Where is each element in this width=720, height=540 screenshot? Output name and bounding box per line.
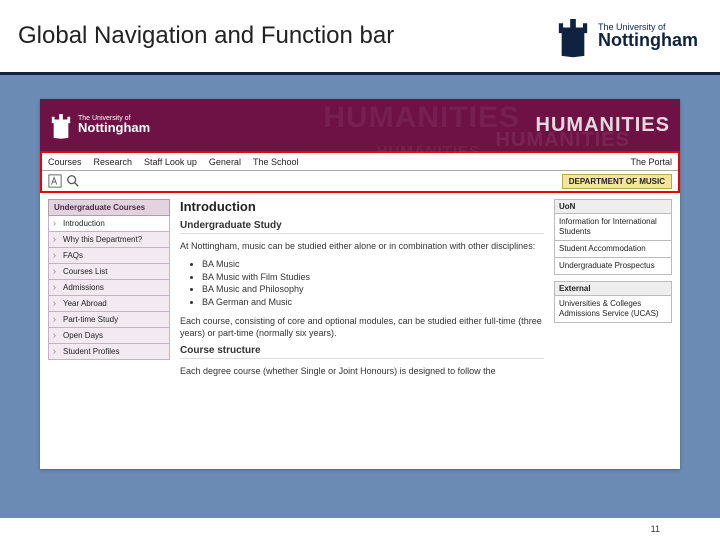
leftnav-item-yearabroad[interactable]: Year Abroad — [48, 296, 170, 312]
rightbox-head-uon: UoN — [554, 199, 672, 214]
nav-item-research[interactable]: Research — [94, 157, 133, 167]
univ-brand-site[interactable]: The University of Nottingham — [50, 111, 150, 139]
rightbox-link-intl[interactable]: Information for International Students — [554, 214, 672, 241]
nav-item-portal[interactable]: The Portal — [630, 157, 672, 167]
castle-crest-icon — [50, 111, 72, 139]
page-number: 11 — [651, 524, 660, 534]
left-sidebar: Undergraduate Courses Introduction Why t… — [48, 199, 170, 463]
intro-paragraph-1: At Nottingham, music can be studied eith… — [180, 240, 544, 252]
section-heading-structure: Course structure — [180, 345, 544, 359]
leftnav-item-intro[interactable]: Introduction — [48, 216, 170, 232]
rightbox-link-prospect[interactable]: Undergraduate Prospectus — [554, 258, 672, 275]
faculty-label: HUMANITIES — [536, 114, 670, 137]
department-badge: DEPARTMENT OF MUSIC — [562, 174, 672, 189]
univ-brand-slide: The University of Nottingham — [556, 14, 698, 58]
global-nav-row: Courses Research Staff Look up General T… — [42, 153, 678, 171]
nav-item-general[interactable]: General — [209, 157, 241, 167]
intro-paragraph-2: Each course, consisting of core and opti… — [180, 315, 544, 339]
main-content: Introduction Undergraduate Study At Nott… — [180, 199, 544, 463]
leftnav-item-faqs[interactable]: FAQs — [48, 248, 170, 264]
search-icon[interactable] — [66, 174, 80, 188]
nav-item-courses[interactable]: Courses — [48, 157, 82, 167]
degree-item: BA Music and Philosophy — [202, 283, 544, 296]
nav-item-staff[interactable]: Staff Look up — [144, 157, 197, 167]
site-banner: The University of Nottingham HUMANITIES … — [40, 99, 680, 151]
function-bar: DEPARTMENT OF MUSIC — [42, 171, 678, 191]
castle-crest-icon — [556, 14, 590, 58]
leftnav-item-parttime[interactable]: Part-time Study — [48, 312, 170, 328]
right-sidebar: UoN Information for International Studen… — [554, 199, 672, 463]
page-heading: Introduction — [180, 199, 544, 214]
rightbox-link-accom[interactable]: Student Accommodation — [554, 241, 672, 258]
section-heading-ugstudy: Undergraduate Study — [180, 220, 544, 234]
slide-title: Global Navigation and Function bar — [18, 22, 394, 50]
leftnav-item-admissions[interactable]: Admissions — [48, 280, 170, 296]
leftnav-item-opendays[interactable]: Open Days — [48, 328, 170, 344]
banner-ghost-text: HUMANITIES — [323, 101, 520, 135]
leftnav-item-whydept[interactable]: Why this Department? — [48, 232, 170, 248]
leftnav-heading: Undergraduate Courses — [48, 199, 170, 216]
univ-name-site: Nottingham — [78, 120, 150, 135]
leftnav-item-courseslist[interactable]: Courses List — [48, 264, 170, 280]
leftnav-item-profiles[interactable]: Student Profiles — [48, 344, 170, 360]
intro-paragraph-3: Each degree course (whether Single or Jo… — [180, 365, 544, 377]
degree-item: BA Music — [202, 258, 544, 271]
univ-name-slide: Nottingham — [598, 30, 698, 51]
global-nav-highlight: Courses Research Staff Look up General T… — [40, 151, 680, 193]
website-screenshot: The University of Nottingham HUMANITIES … — [40, 99, 680, 469]
accessibility-az-icon[interactable] — [48, 174, 62, 188]
rightbox-head-ext: External — [554, 281, 672, 296]
nav-item-school[interactable]: The School — [253, 157, 299, 167]
degree-item: BA Music with Film Studies — [202, 271, 544, 284]
degree-list: BA Music BA Music with Film Studies BA M… — [202, 258, 544, 308]
rightbox-link-ucas[interactable]: Universities & Colleges Admissions Servi… — [554, 296, 672, 323]
degree-item: BA German and Music — [202, 296, 544, 309]
